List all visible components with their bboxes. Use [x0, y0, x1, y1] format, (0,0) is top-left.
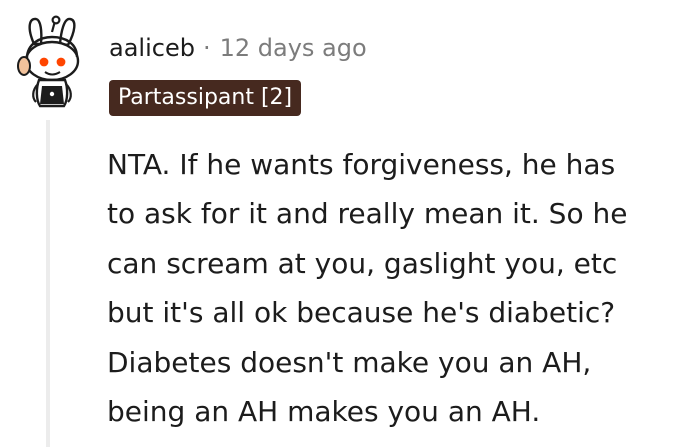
- comment-body-line: can scream at you, gaslight you, etc: [107, 246, 618, 280]
- comment-timestamp-link[interactable]: 12 days ago: [220, 34, 367, 62]
- user-flair-badge: Partassipant [2]: [109, 80, 302, 116]
- comment-body-line: being an AH makes you an AH.: [107, 394, 541, 428]
- thread-collapse-line[interactable]: [46, 120, 50, 447]
- meta-separator: ·: [202, 34, 211, 62]
- comment-body-line: Diabetes doesn't make you an AH,: [107, 345, 592, 379]
- comment-body-line: NTA. If he wants forgiveness, he has: [107, 148, 616, 181]
- comment-meta: aaliceb · 12 days ago: [109, 31, 367, 65]
- comment-body-line: to ask for it and really mean it. So he: [107, 197, 628, 231]
- snoo-bunny-avatar-icon: [17, 15, 80, 108]
- comment-body-line: but it's all ok because he's diabetic?: [107, 296, 616, 330]
- username-link[interactable]: aaliceb: [109, 34, 195, 62]
- comment-body: NTA. If he wants forgiveness, he has to …: [107, 140, 692, 436]
- user-avatar[interactable]: [14, 14, 90, 110]
- comment: aaliceb · 12 days ago Partassipant [2] N…: [0, 0, 700, 447]
